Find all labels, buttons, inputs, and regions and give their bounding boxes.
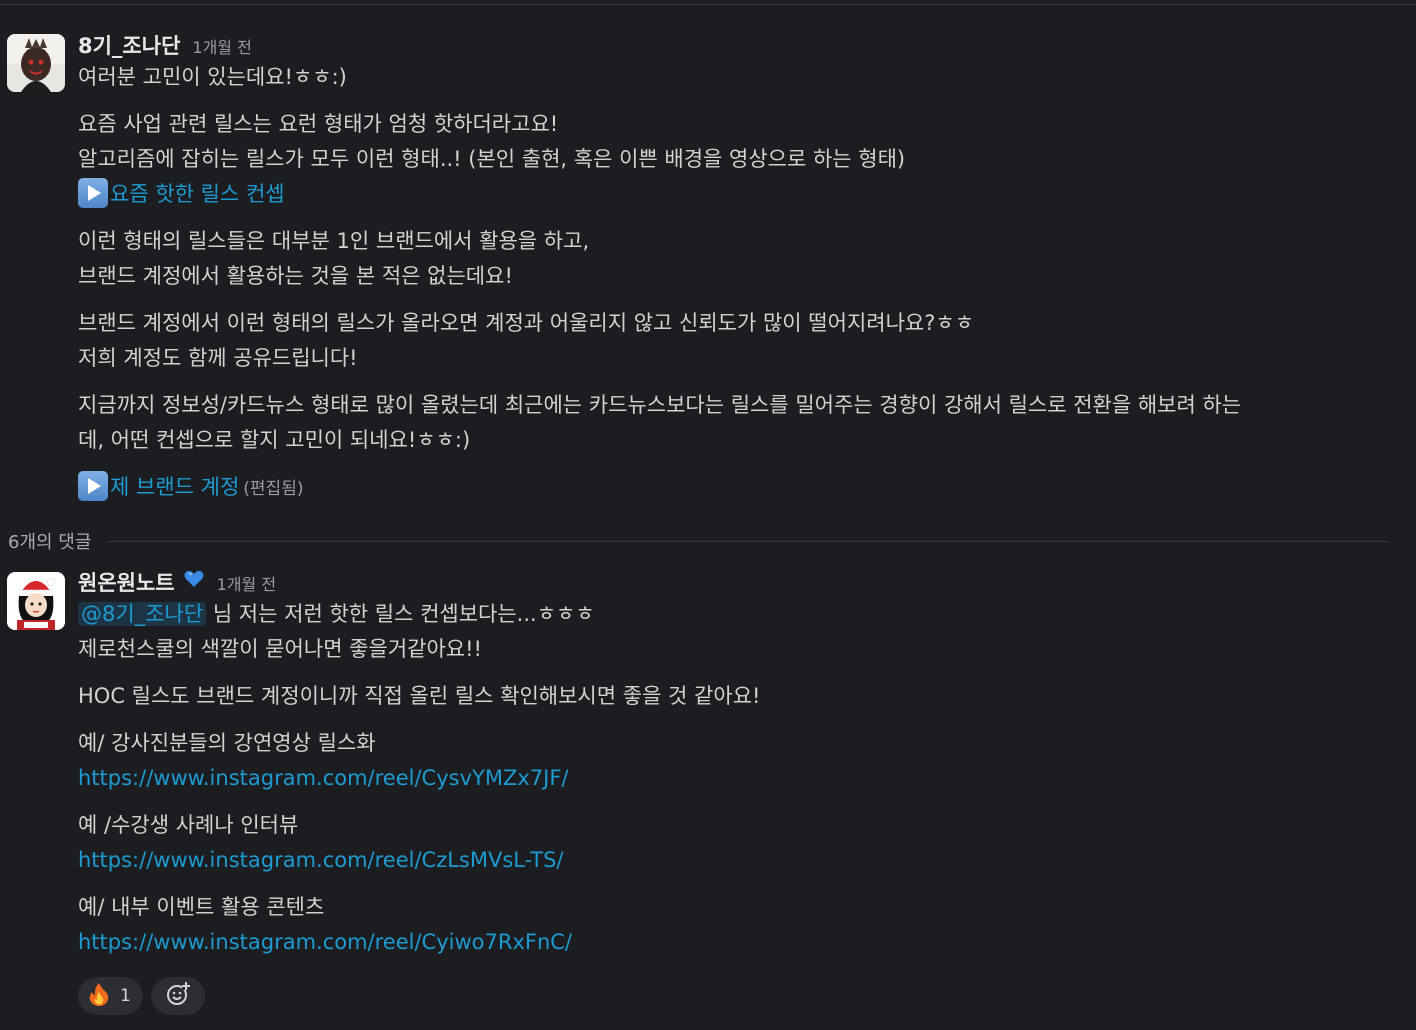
message-line: 요즘 사업 관련 릴스는 요런 형태가 엄청 핫하더라고요! xyxy=(78,112,559,136)
user-mention[interactable]: @8기_조나단 xyxy=(78,602,207,626)
play-button-icon xyxy=(78,178,108,208)
edited-label: (편집됨) xyxy=(243,479,304,499)
example-label: 예 /수강생 사례나 인터뷰 xyxy=(78,813,299,837)
reaction-fire[interactable]: 1 xyxy=(78,977,143,1015)
add-reaction-icon xyxy=(165,981,191,1011)
reaction-count: 1 xyxy=(120,986,131,1006)
top-divider xyxy=(0,0,1416,5)
reels-concept-link[interactable]: 요즘 핫한 릴스 컨셉 xyxy=(110,182,285,206)
message-text: 님 저는 저런 핫한 릴스 컨셉보다는...ㅎㅎㅎ xyxy=(206,602,595,626)
fire-emoji-icon xyxy=(88,982,110,1010)
message-line: HOC 릴스도 브랜드 계정이니까 직접 올린 릴스 확인해보시면 좋을 것 같… xyxy=(78,684,761,708)
instagram-reel-link[interactable]: https://www.instagram.com/reel/CysvYMZx7… xyxy=(78,766,568,790)
message-line: 알고리즘에 잡히는 릴스가 모두 이런 형태..! (본인 출현, 혹은 이쁜 … xyxy=(78,147,906,171)
example-label: 예/ 강사진분들의 강연영상 릴스화 xyxy=(78,731,376,755)
brand-account-link[interactable]: 제 브랜드 계정 xyxy=(110,475,239,499)
blue-heart-icon xyxy=(183,568,205,590)
play-button-icon xyxy=(78,471,108,501)
author-name[interactable]: 원온원노트 xyxy=(78,567,175,597)
add-reaction-button[interactable] xyxy=(150,977,205,1015)
timestamp[interactable]: 1개월 전 xyxy=(217,571,276,595)
message-line: 브랜드 계정에서 활용하는 것을 본 적은 없는데요! xyxy=(78,264,513,288)
message-line: 브랜드 계정에서 이런 형태의 릴스가 올라오면 계정과 어울리지 않고 신뢰도… xyxy=(78,311,975,335)
replies-count-label: 6개의 댓글 xyxy=(8,532,92,553)
instagram-reel-link[interactable]: https://www.instagram.com/reel/Cyiwo7RxF… xyxy=(78,930,572,954)
divider-rule xyxy=(107,540,1389,542)
timestamp[interactable]: 1개월 전 xyxy=(192,34,251,58)
reactions-bar: 1 xyxy=(78,977,205,1015)
message-line: 이런 형태의 릴스들은 대부분 1인 브랜드에서 활용을 하고, xyxy=(78,229,590,253)
avatar[interactable] xyxy=(7,34,65,92)
message-line: 여러분 고민이 있는데요!ㅎㅎ:) xyxy=(78,65,347,89)
message-line: 데, 어떤 컨셉으로 할지 고민이 되네요!ㅎㅎ:) xyxy=(78,428,471,452)
message-line: @8기_조나단 님 저는 저런 핫한 릴스 컨셉보다는...ㅎㅎㅎ xyxy=(78,597,1396,632)
link-line: 제 브랜드 계정 (편집됨) xyxy=(78,470,1396,507)
message-line: 제로천스쿨의 색깔이 묻어나면 좋을거같아요!! xyxy=(78,637,482,661)
author-name[interactable]: 8기_조나단 xyxy=(78,30,180,60)
message-line: 저희 계정도 함께 공유드립니다! xyxy=(78,346,358,370)
link-line: 요즘 핫한 릴스 컨셉 xyxy=(78,177,1396,212)
replies-divider: 6개의 댓글 xyxy=(8,526,1389,556)
avatar[interactable] xyxy=(7,572,65,630)
instagram-reel-link[interactable]: https://www.instagram.com/reel/CzLsMVsL-… xyxy=(78,848,564,872)
message-line: 지금까지 정보성/카드뉴스 형태로 많이 올렸는데 최근에는 카드뉴스보다는 릴… xyxy=(78,393,1242,417)
example-label: 예/ 내부 이벤트 활용 콘텐츠 xyxy=(78,895,325,919)
